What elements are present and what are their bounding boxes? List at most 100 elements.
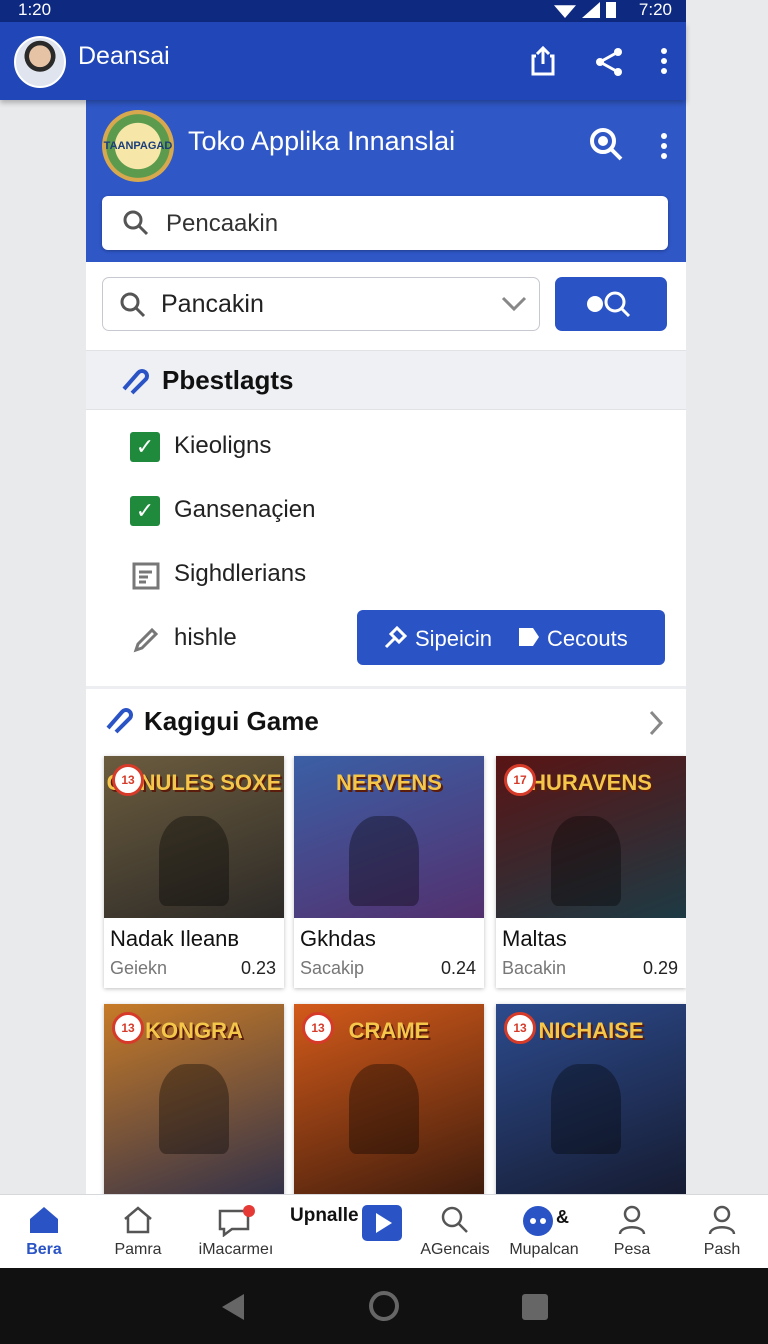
store-header: TAANPAGAD Toko Applika Innanslai Pencaak… — [86, 100, 686, 262]
status-time-right: 7:20 — [638, 0, 672, 19]
character-figure — [349, 816, 419, 906]
paperclip-icon — [120, 367, 150, 400]
game-card[interactable]: HURAVENS 17 Maltas Bacakin 0.29 — [496, 756, 686, 988]
search-icon — [119, 291, 147, 324]
search-icon — [122, 209, 150, 242]
category-select-value: Pancakin — [161, 290, 264, 318]
header-search-input[interactable]: Pencaakin — [102, 196, 668, 250]
nav-label: Pamra — [114, 1241, 162, 1258]
system-nav-bar — [0, 1268, 768, 1344]
nav-label: Upnalle — [290, 1205, 359, 1226]
pin-icon — [383, 624, 409, 656]
app-title: Deansai — [78, 42, 170, 70]
game-cover-art: GUNULES SOXE 13 — [104, 756, 284, 918]
nav-item-bera[interactable]: Bera — [0, 1195, 88, 1269]
chevron-right-icon[interactable] — [648, 710, 664, 741]
nav-item-pash[interactable]: Pash — [684, 1195, 760, 1269]
header-search-placeholder: Pencaakin — [166, 210, 279, 237]
game-cover-art: KONGRA 13 — [104, 1004, 284, 1194]
game-subtitle: Geiekn — [110, 958, 168, 978]
nav-label: Mupalcan — [509, 1241, 579, 1258]
character-figure — [159, 816, 229, 906]
game-art-title: NERVENS — [336, 770, 442, 795]
nav-item-upnalle[interactable]: Upnalle — [288, 1195, 408, 1269]
game-card[interactable]: NERVENS Gkhdas Sacakip 0.24 — [294, 756, 484, 988]
game-price: 0.24 — [440, 958, 476, 978]
chevron-down-icon — [501, 296, 527, 317]
status-icons — [554, 2, 616, 18]
game-card[interactable]: GUNULES SOXE 13 Nadak Ileanв Geiekn 0.23 — [104, 756, 284, 988]
character-figure — [349, 1064, 419, 1154]
status-bar: 1:20 7:20 — [0, 0, 686, 22]
character-figure — [551, 1064, 621, 1154]
home-circle-icon[interactable] — [368, 1290, 400, 1327]
age-rating-badge: 13 — [112, 764, 144, 796]
wifi-icon — [554, 5, 576, 18]
action-left-label[interactable]: Sipeicin — [415, 626, 492, 652]
game-price: 0.29 — [642, 958, 678, 978]
filters-section-header: Pbestlagts — [86, 350, 686, 410]
game-card[interactable]: NICHAISE 13 — [496, 1004, 686, 1194]
age-rating-badge: 13 — [112, 1012, 144, 1044]
nav-item-agencais[interactable]: AGencais — [414, 1195, 496, 1269]
game-name: Gkhdas — [300, 926, 376, 951]
category-select[interactable]: Pancakin — [102, 277, 540, 331]
play-icon — [362, 1205, 402, 1246]
person-icon — [617, 1205, 647, 1240]
game-cover-art: NICHAISE 13 — [496, 1004, 686, 1194]
list-icon — [132, 562, 160, 595]
age-rating-badge: 13 — [302, 1012, 334, 1044]
recents-icon[interactable] — [522, 1294, 548, 1325]
nav-label: AGencais — [420, 1241, 490, 1258]
checkbox-checked-icon[interactable]: ✓ — [130, 432, 160, 462]
character-figure — [551, 816, 621, 906]
avatar[interactable] — [14, 36, 66, 88]
store-logo: TAANPAGAD — [102, 110, 174, 182]
nav-item-pesa[interactable]: Pesa — [594, 1195, 670, 1269]
store-panel: TAANPAGAD Toko Applika Innanslai Pencaak… — [86, 100, 686, 1194]
app-bar: Deansai — [0, 22, 686, 100]
games-section-title: Kagigui Game — [144, 706, 319, 736]
game-subtitle: Sacakip — [300, 958, 365, 978]
game-price: 0.23 — [240, 958, 276, 978]
filters-section-title: Pbestlagts — [162, 365, 294, 395]
nav-label: iMacarmeı — [198, 1241, 274, 1258]
game-card[interactable]: KONGRA 13 — [104, 1004, 284, 1194]
search-toggle-icon — [585, 290, 635, 323]
game-name: Maltas — [502, 926, 567, 951]
game-card[interactable]: CRAME 13 — [294, 1004, 484, 1194]
game-cover-art: NERVENS — [294, 756, 484, 918]
filter-item-label: hishle — [174, 624, 237, 651]
back-icon[interactable] — [220, 1292, 246, 1327]
age-rating-badge: 13 — [504, 1012, 536, 1044]
nav-item-mupalcan[interactable]: & Mupalcan — [500, 1195, 588, 1269]
filter-item-label: Sighdlerians — [174, 560, 307, 587]
action-button-group[interactable]: Sipeicin Cecouts — [357, 610, 665, 665]
share-icon[interactable] — [594, 46, 626, 83]
game-subtitle: Bacakin — [502, 958, 567, 978]
search-icon — [440, 1205, 470, 1240]
game-cover-art: CRAME 13 — [294, 1004, 484, 1194]
nav-label: Bera — [26, 1241, 62, 1258]
filter-item-label: Gansenaçien — [174, 496, 316, 523]
tag-icon — [517, 626, 541, 654]
nav-item-imacarmei[interactable]: iMacarmeı — [188, 1195, 284, 1269]
game-cover-art: HURAVENS 17 — [496, 756, 686, 918]
home-icon — [28, 1205, 60, 1240]
game-name: Nadak Ileanв — [110, 926, 240, 951]
nav-item-pamra[interactable]: Pamra — [94, 1195, 182, 1269]
share-box-icon[interactable] — [530, 45, 556, 81]
person-icon — [707, 1205, 737, 1240]
outline-home-icon — [122, 1205, 154, 1240]
search-button[interactable] — [555, 277, 667, 331]
message-icon — [216, 1205, 256, 1242]
checkbox-checked-icon[interactable]: ✓ — [130, 496, 160, 526]
divider — [86, 686, 686, 689]
more-vert-icon[interactable] — [660, 46, 668, 81]
action-right-label[interactable]: Cecouts — [547, 626, 628, 652]
store-title: Toko Applika Innanslai — [188, 126, 456, 156]
store-more-icon[interactable] — [660, 132, 668, 165]
nav-label: Pash — [703, 1241, 741, 1258]
pencil-icon — [132, 626, 160, 659]
search-zoom-icon[interactable] — [588, 126, 624, 167]
